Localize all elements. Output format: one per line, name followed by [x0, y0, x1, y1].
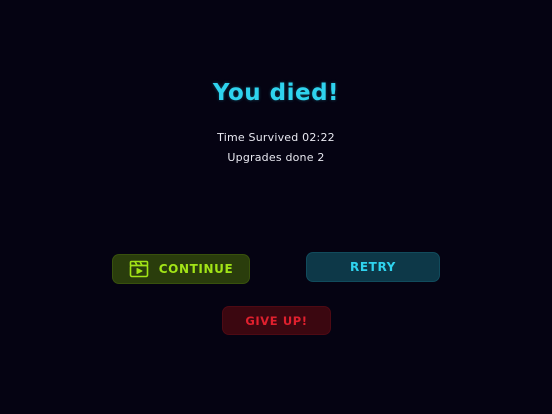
retry-label: RETRY — [350, 260, 396, 274]
death-title: You died! — [212, 80, 340, 106]
time-survived-text: Time Survived 02:22 — [217, 131, 335, 144]
give-up-label: GIVE UP! — [245, 313, 308, 328]
give-up-button[interactable]: GIVE UP! — [222, 306, 331, 335]
continue-button[interactable]: CONTINUE — [112, 254, 250, 284]
upgrades-done-text: Upgrades done 2 — [227, 151, 325, 164]
retry-button[interactable]: RETRY — [306, 252, 440, 282]
death-screen: You died! Time Survived 02:22 Upgrades d… — [0, 0, 552, 414]
continue-label: CONTINUE — [158, 262, 234, 276]
video-clapper-icon — [129, 260, 149, 278]
